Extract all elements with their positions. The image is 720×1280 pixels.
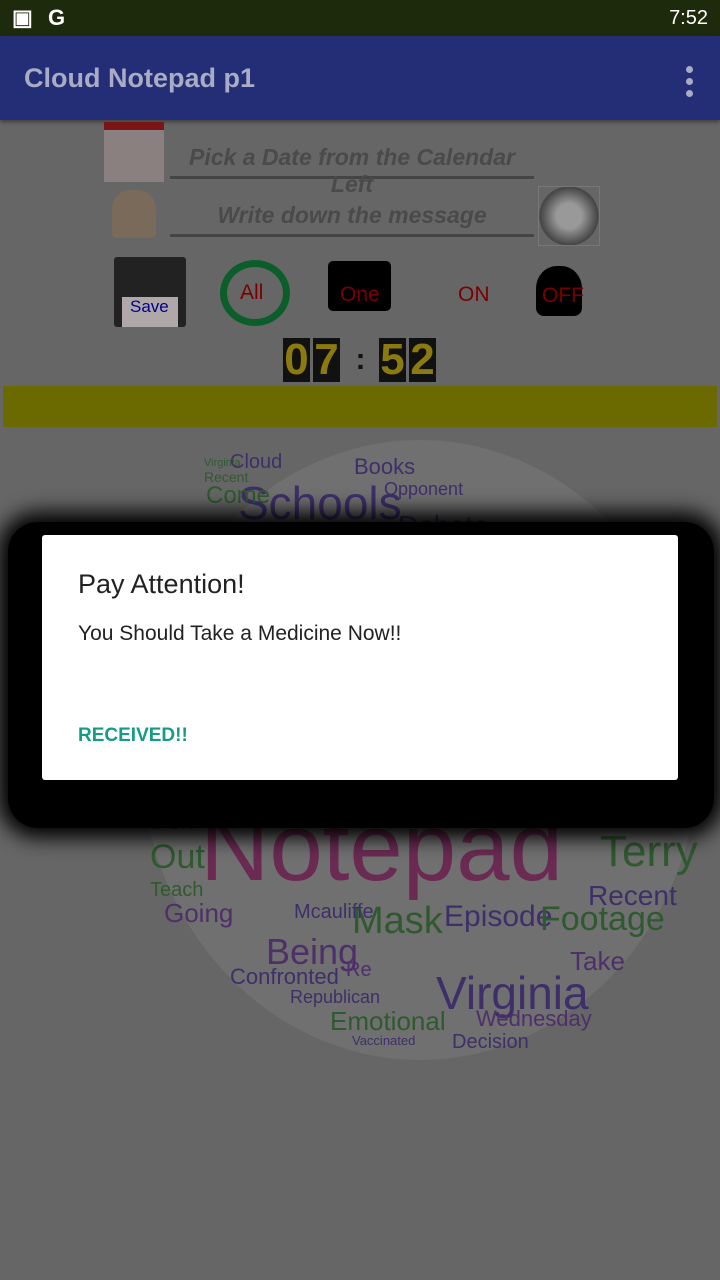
save-button[interactable]: Save: [114, 257, 186, 327]
clock-hour-tens: 0: [283, 335, 310, 384]
word-cloud-word: Going: [164, 898, 234, 928]
clock-minute-tens: 5: [379, 335, 406, 384]
word-cloud-word: Recent: [204, 469, 249, 485]
word-cloud-word: Books: [354, 454, 416, 479]
word-cloud-word: Recent: [588, 880, 677, 911]
word-cloud-word: Opponent: [384, 479, 464, 499]
message-one-button[interactable]: One: [328, 261, 391, 311]
status-time: 7:52: [669, 6, 708, 29]
word-cloud-word: Re: [346, 959, 372, 981]
dialog-message: You Should Take a Medicine Now!!: [78, 622, 402, 645]
save-label: Save: [130, 297, 169, 316]
date-field[interactable]: Pick a Date from the Calendar Left: [170, 144, 534, 197]
app-bar: Cloud Notepad p1: [0, 36, 720, 120]
app-title: Cloud Notepad p1: [24, 62, 255, 93]
clock-minute-ones: 2: [409, 335, 436, 384]
word-cloud-word: Come: [206, 482, 271, 509]
off-label: OFF: [542, 284, 584, 307]
word-cloud-word: Republican: [290, 987, 381, 1007]
more-vert-icon[interactable]: [686, 66, 694, 97]
clock-separator: :: [355, 343, 366, 376]
word-cloud-word: Episode: [444, 900, 553, 933]
all-label: All: [240, 281, 264, 304]
writer-icon: [112, 190, 156, 238]
alert-dialog: Pay Attention! You Should Take a Medicin…: [42, 535, 678, 780]
calendar-icon[interactable]: [104, 122, 164, 182]
word-cloud-word: Virginia: [204, 457, 241, 469]
word-cloud-word: Teach: [150, 879, 204, 901]
google-icon: G: [48, 5, 66, 30]
word-cloud-word: Emotional: [330, 1006, 446, 1036]
word-cloud-word: Wednesday: [476, 1006, 592, 1031]
microphone-button[interactable]: [538, 186, 600, 246]
history-all-button[interactable]: All: [220, 260, 290, 326]
word-cloud-word: Mcauliffe: [294, 901, 374, 923]
word-cloud-word: Confronted: [230, 964, 339, 989]
word-cloud-word: Terry: [600, 827, 698, 876]
status-banner: [3, 386, 717, 427]
bell-off-button[interactable]: OFF: [530, 260, 592, 328]
message-field[interactable]: Write down the message: [170, 202, 534, 237]
image-icon: ▣: [12, 5, 33, 30]
word-cloud-word: Vaccinated: [352, 1033, 416, 1048]
status-bar: ▣ G 7:52: [0, 0, 720, 36]
word-cloud-word: Out: [150, 838, 205, 876]
received-button[interactable]: RECEIVED!!: [78, 725, 188, 747]
dialog-title: Pay Attention!: [78, 569, 245, 599]
clock-hour-ones: 7: [313, 335, 340, 384]
one-label: One: [340, 283, 380, 306]
alarm-on-toggle[interactable]: ON: [458, 283, 490, 307]
word-cloud-word: Decision: [452, 1031, 529, 1053]
